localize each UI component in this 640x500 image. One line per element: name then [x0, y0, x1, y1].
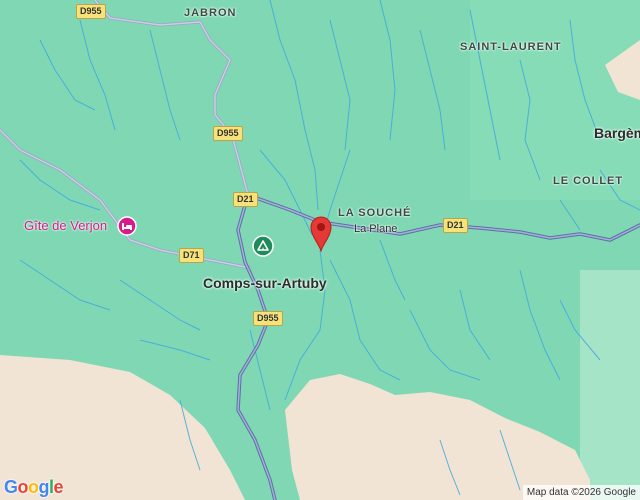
map-attribution[interactable]: Map data ©2026 Google — [522, 485, 640, 500]
forest-area-pale — [580, 270, 640, 500]
lodging-icon[interactable] — [117, 216, 137, 236]
road-shield-d71: D71 — [179, 248, 204, 263]
road-shield-d21: D21 — [233, 192, 258, 207]
google-logo: Google — [4, 477, 64, 497]
campground-icon[interactable] — [252, 235, 274, 257]
road-shield-d955: D955 — [213, 126, 243, 141]
town-label-comps-sur-artuby[interactable]: Comps-sur-Artuby — [203, 276, 327, 290]
road-shield-d955: D955 — [76, 4, 106, 19]
location-pin-icon[interactable] — [307, 212, 335, 252]
town-label-bargeme[interactable]: Bargèm — [594, 126, 640, 140]
forest-area-light — [470, 0, 640, 200]
road-shield-d955: D955 — [253, 311, 283, 326]
poi-label-gite-de-verjon[interactable]: Gîte de Verjon — [24, 219, 107, 232]
locality-label-le-collet[interactable]: LE COLLET — [553, 176, 623, 187]
road-shield-d21: D21 — [443, 218, 468, 233]
locality-label-la-souche[interactable]: LA SOUCHÉ — [338, 208, 411, 219]
map-canvas[interactable]: JABRON SAINT-LAURENT LE COLLET LA SOUCHÉ… — [0, 0, 640, 500]
locality-label-saint-laurent[interactable]: SAINT-LAURENT — [460, 42, 562, 53]
locality-label-jabron[interactable]: JABRON — [184, 8, 236, 19]
hamlet-label-la-plane[interactable]: La Plane — [354, 224, 397, 235]
